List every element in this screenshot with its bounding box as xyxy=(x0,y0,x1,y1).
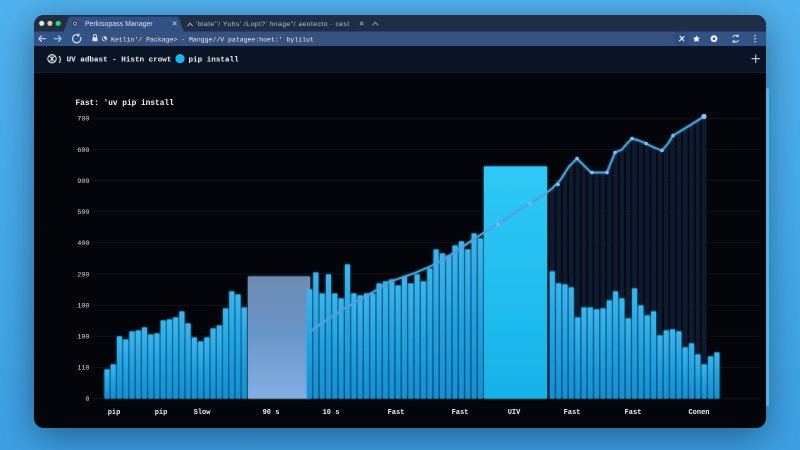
svg-text:Fast: Fast xyxy=(388,409,405,417)
svg-text:'blate''/ Yuhs' /Lopt?' hnage": 'blate''/ Yuhs' /Lopt?' hnage"/ aeotecto… xyxy=(196,20,350,27)
svg-text:700: 700 xyxy=(77,115,89,123)
svg-text:Perkisopass Manager: Perkisopass Manager xyxy=(85,21,153,28)
svg-text:pip install: pip install xyxy=(189,56,240,64)
svg-text:200: 200 xyxy=(77,271,89,279)
svg-text:100: 100 xyxy=(77,302,89,310)
svg-text:Ketlin'/ Package> - Mangge//V: Ketlin'/ Package> - Mangge//V patagee:ho… xyxy=(111,36,314,43)
svg-text:UIV: UIV xyxy=(508,409,521,417)
svg-text:10 s: 10 s xyxy=(323,409,340,417)
svg-text:Fast: Fast xyxy=(564,409,581,417)
svg-text:600: 600 xyxy=(77,146,89,154)
svg-text:pip: pip xyxy=(108,409,121,417)
svg-text:Conen: Conen xyxy=(688,409,709,417)
svg-text:500: 500 xyxy=(77,209,89,217)
svg-text:90 s: 90 s xyxy=(263,409,280,417)
svg-text:Fast: 'uv pip install: Fast: 'uv pip install xyxy=(76,100,175,108)
svg-text:900: 900 xyxy=(77,177,89,185)
svg-text:Slow: Slow xyxy=(194,409,212,417)
svg-text:400: 400 xyxy=(77,240,89,248)
svg-text:0: 0 xyxy=(85,395,89,403)
svg-text:pip: pip xyxy=(155,409,168,417)
svg-text:Fast: Fast xyxy=(625,409,642,417)
svg-text:110: 110 xyxy=(77,364,89,372)
svg-text:Fast: Fast xyxy=(452,409,469,417)
svg-text:) UV adbast - Histn crowt: ) UV adbast - Histn crowt xyxy=(58,56,172,64)
svg-text:100: 100 xyxy=(77,333,89,341)
